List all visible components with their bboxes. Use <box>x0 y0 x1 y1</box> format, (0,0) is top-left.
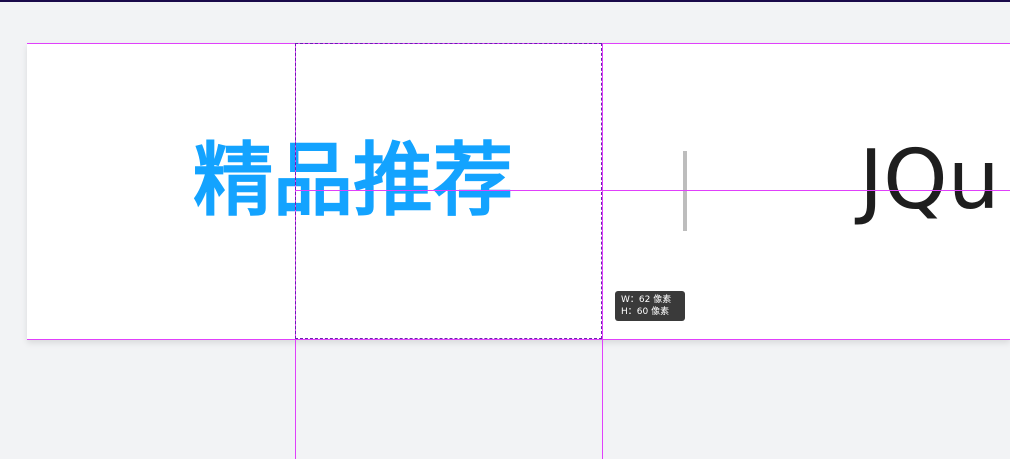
measure-tooltip: W：62 像素 H：60 像素 <box>615 291 685 321</box>
selection-box[interactable] <box>295 43 602 339</box>
jquery-heading-text: JQu <box>859 133 1000 228</box>
measure-height-label: H：60 像素 <box>621 307 670 317</box>
window-top-border <box>0 0 1010 2</box>
vertical-divider <box>683 151 687 231</box>
measure-width-label: W：62 像素 <box>621 295 672 305</box>
guide-line-bottom[interactable] <box>27 339 1010 340</box>
guide-line-right[interactable] <box>602 43 603 459</box>
